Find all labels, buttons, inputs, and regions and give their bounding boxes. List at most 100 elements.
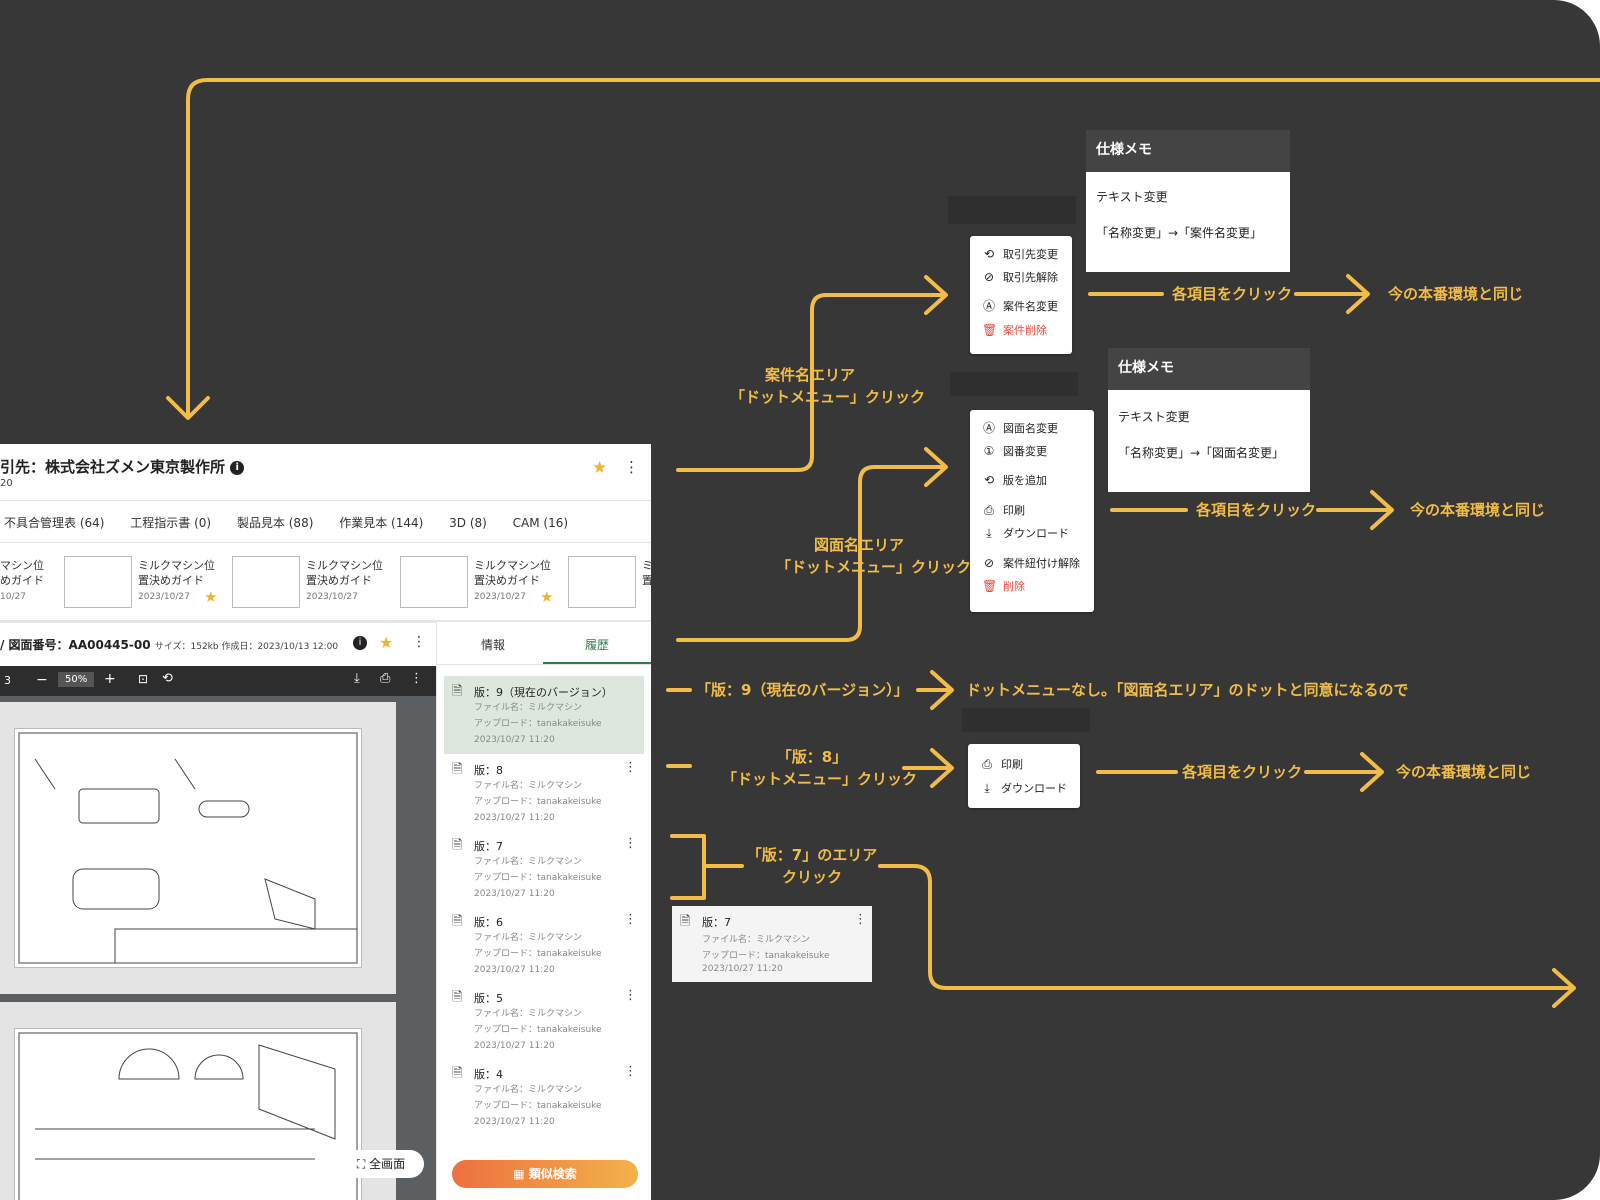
thumb-image[interactable] xyxy=(232,556,300,608)
zoom-level[interactable]: 50% xyxy=(58,672,95,687)
swap-icon: ⟲ xyxy=(983,247,995,261)
rotate-icon[interactable]: ⟲ xyxy=(162,671,173,686)
memo-title: 仕様メモ xyxy=(1086,130,1290,172)
menu-item-change-number[interactable]: ① 図番変更 xyxy=(982,443,1047,459)
version-row[interactable]: 🗎 版：4 ファイル名：ミルクマシン アップロード：tanakakeisuke … xyxy=(444,1058,644,1134)
version-upload: アップロード：tanakakeisuke xyxy=(702,951,830,961)
menu-item-add-version[interactable]: ⟲ 版を追加 xyxy=(982,472,1047,488)
version-file: ファイル名：ミルクマシン xyxy=(474,933,583,943)
tab-process[interactable]: 工程指示書 (0) xyxy=(130,516,211,530)
version-upload: アップロード：tanakakeisuke xyxy=(474,1025,602,1035)
version-row[interactable]: 🗎 版：5 ファイル名：ミルクマシン アップロード：tanakakeisuke … xyxy=(444,982,644,1058)
version-upload: アップロード：tanakakeisuke xyxy=(474,797,602,807)
document-icon: 🗎 xyxy=(452,914,463,929)
version-date: 2023/10/27 11:20 xyxy=(474,965,555,975)
drawing-meta: サイズ：152kb 作成日：2023/10/13 12:00 xyxy=(154,642,339,652)
menu-item-unlink-case[interactable]: ⊘ 案件紐付け解除 xyxy=(982,555,1080,571)
menu-item-download[interactable]: ⤓ ダウンロード xyxy=(980,780,1067,796)
thumb-label: ミルクマシン位 置決めガイド xyxy=(138,559,215,587)
fullscreen-icon: ⛶ xyxy=(356,1157,366,1171)
version-7-card[interactable]: 🗎 版：7 ファイル名：ミルクマシン アップロード：tanakakeisuke … xyxy=(672,906,872,982)
client-sub: 20 xyxy=(0,478,13,489)
app-screenshot: 引先：株式会社ズメン東京製作所 i 20 ★ ⋮ 不具合管理表 (64) 工程指… xyxy=(0,444,651,1200)
kebab-icon[interactable]: ⋮ xyxy=(410,671,423,686)
version-date: 2023/10/27 11:20 xyxy=(474,1117,555,1127)
menu-item-rename-drawing[interactable]: Ⓐ 図面名変更 xyxy=(982,420,1058,436)
menu-item-change-client[interactable]: ⟲ 取引先変更 xyxy=(982,246,1058,262)
viewer-toolbar: 3 − 50% + ⊡ ⟲ ⤓ ⎙ ⋮ xyxy=(0,666,436,696)
favorite-star-icon[interactable]: ★ xyxy=(592,458,607,478)
version-file: ファイル名：ミルクマシン xyxy=(474,857,583,867)
version-upload: アップロード：tanakakeisuke xyxy=(474,949,602,959)
thumb-image[interactable] xyxy=(64,556,132,608)
spec-memo: 仕様メモ テキスト変更 「名称変更」→「案件名変更」 xyxy=(1086,130,1290,272)
favorite-star-icon[interactable]: ★ xyxy=(379,633,393,652)
tab-info[interactable]: 情報 xyxy=(481,636,505,653)
zoom-in-icon[interactable]: + xyxy=(104,671,116,687)
page-indicator: 3 xyxy=(4,674,11,687)
thumb-image[interactable] xyxy=(400,556,468,608)
fullscreen-button[interactable]: ⛶ 全画面 xyxy=(338,1150,424,1178)
drawing-same-as-prod: 今の本番環境と同じ xyxy=(1410,501,1546,519)
menu-item-print[interactable]: ⎙ 印刷 xyxy=(980,756,1023,772)
zoom-out-icon[interactable]: − xyxy=(36,672,48,688)
menu-item-download[interactable]: ⤓ ダウンロード xyxy=(982,525,1069,541)
version-date: 2023/10/27 11:20 xyxy=(474,889,555,899)
kebab-icon[interactable]: ⋮ xyxy=(624,836,637,851)
version-dot-menu: ⎙ 印刷 ⤓ ダウンロード xyxy=(968,744,1080,808)
client-title: 引先：株式会社ズメン東京製作所 i xyxy=(0,456,245,477)
document-icon: 🗎 xyxy=(452,990,463,1005)
kebab-icon[interactable]: ⋮ xyxy=(624,912,637,927)
version-row-current[interactable]: 🗎 版：9（現在のバージョン） ファイル名：ミルクマシン アップロード：tana… xyxy=(444,676,644,754)
menu-shadow-bar xyxy=(950,372,1078,396)
kebab-icon[interactable]: ⋮ xyxy=(624,760,637,775)
print-icon[interactable]: ⎙ xyxy=(380,671,390,686)
tab-work-sample[interactable]: 作業見本 (144) xyxy=(339,516,423,530)
download-icon[interactable]: ⤓ xyxy=(354,671,360,686)
menu-item-delete[interactable]: 🗑 削除 xyxy=(982,578,1025,594)
menu-item-rename-case[interactable]: Ⓐ 案件名変更 xyxy=(982,298,1058,314)
tab-history[interactable]: 履歴 xyxy=(585,636,609,653)
kebab-icon[interactable]: ⋮ xyxy=(854,912,867,927)
v9-note: ドットメニューなし。「図面名エリア」のドットと同意になるので xyxy=(966,681,1409,699)
thumb-label: ミルクマシン位 置決めガイド xyxy=(306,559,383,587)
unlink-icon: ⊘ xyxy=(983,556,995,570)
divider xyxy=(0,500,651,501)
thumb-image[interactable] xyxy=(568,556,636,608)
drawing-dot-click-label: 「ドットメニュー」クリック xyxy=(776,558,972,576)
fit-page-icon[interactable]: ⊡ xyxy=(138,672,148,686)
version-date: 2023/10/27 11:20 xyxy=(474,1041,555,1051)
kebab-icon[interactable]: ⋮ xyxy=(624,458,639,476)
tab-3d[interactable]: 3D (8) xyxy=(449,516,487,530)
version-row[interactable]: 🗎 版：6 ファイル名：ミルクマシン アップロード：tanakakeisuke … xyxy=(444,906,644,982)
kebab-icon[interactable]: ⋮ xyxy=(624,988,637,1003)
tab-cam[interactable]: CAM (16) xyxy=(513,516,568,530)
document-icon: 🗎 xyxy=(452,684,463,699)
kebab-icon[interactable]: ⋮ xyxy=(624,1064,637,1079)
version-row[interactable]: 🗎 版：8 ファイル名：ミルクマシン アップロード：tanakakeisuke … xyxy=(444,754,644,830)
document-icon: 🗎 xyxy=(452,838,463,853)
version-row[interactable]: 🗎 版：7 ファイル名：ミルクマシン アップロード：tanakakeisuke … xyxy=(444,830,644,906)
favorite-star-icon[interactable]: ★ xyxy=(204,588,217,606)
viewer-canvas: ⛶ 全画面 xyxy=(0,696,436,1200)
memo-line: テキスト変更 xyxy=(1118,410,1190,424)
drawing-page xyxy=(0,702,396,994)
divider xyxy=(0,542,651,543)
rename-icon: Ⓐ xyxy=(982,299,995,313)
memo-title: 仕様メモ xyxy=(1108,348,1310,390)
menu-item-delete-case[interactable]: 🗑 案件削除 xyxy=(982,322,1047,338)
info-icon[interactable]: i xyxy=(230,460,245,475)
favorite-star-icon[interactable]: ★ xyxy=(540,588,553,606)
tab-defects[interactable]: 不具合管理表 (64) xyxy=(4,516,104,530)
tab-product-sample[interactable]: 製品見本 (88) xyxy=(237,516,313,530)
similar-search-button[interactable]: ▦ 類似検索 xyxy=(452,1160,638,1188)
trash-icon: 🗑 xyxy=(982,579,998,593)
version-upload: アップロード：tanakakeisuke xyxy=(474,1101,602,1111)
case-each-click: 各項目をクリック xyxy=(1172,285,1293,303)
menu-item-print[interactable]: ⎙ 印刷 xyxy=(982,502,1025,518)
version-file: ファイル名：ミルクマシン xyxy=(474,703,583,713)
info-icon[interactable]: i xyxy=(353,636,367,650)
kebab-icon[interactable]: ⋮ xyxy=(412,634,426,650)
v7-click-label: クリック xyxy=(781,868,842,886)
menu-item-remove-client[interactable]: ⊘ 取引先解除 xyxy=(982,269,1058,285)
